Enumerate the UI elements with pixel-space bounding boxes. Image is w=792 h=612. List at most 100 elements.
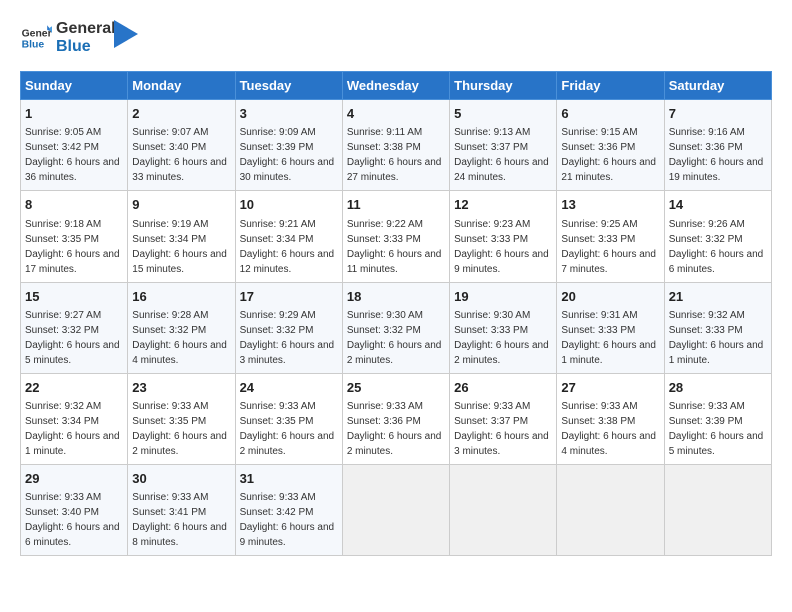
- sunset-info: Sunset: 3:34 PM: [132, 234, 206, 245]
- daylight-info: Daylight: 6 hours and 21 minutes.: [561, 157, 656, 183]
- sunrise-info: Sunrise: 9:11 AM: [347, 127, 422, 138]
- calendar-cell: 8 Sunrise: 9:18 AM Sunset: 3:35 PM Dayli…: [21, 191, 128, 282]
- day-number: 24: [240, 379, 338, 397]
- calendar-cell: 17 Sunrise: 9:29 AM Sunset: 3:32 PM Dayl…: [235, 282, 342, 373]
- daylight-info: Daylight: 6 hours and 2 minutes.: [132, 431, 227, 457]
- daylight-info: Daylight: 6 hours and 15 minutes.: [132, 249, 227, 275]
- calendar-cell: 1 Sunrise: 9:05 AM Sunset: 3:42 PM Dayli…: [21, 100, 128, 191]
- day-number: 10: [240, 196, 338, 214]
- daylight-info: Daylight: 6 hours and 1 minute.: [561, 340, 656, 366]
- calendar-table: SundayMondayTuesdayWednesdayThursdayFrid…: [20, 71, 772, 556]
- daylight-info: Daylight: 6 hours and 5 minutes.: [669, 431, 764, 457]
- calendar-cell: 2 Sunrise: 9:07 AM Sunset: 3:40 PM Dayli…: [128, 100, 235, 191]
- sunset-info: Sunset: 3:34 PM: [25, 416, 99, 427]
- calendar-cell: 9 Sunrise: 9:19 AM Sunset: 3:34 PM Dayli…: [128, 191, 235, 282]
- column-header-wednesday: Wednesday: [342, 72, 449, 100]
- day-number: 22: [25, 379, 123, 397]
- day-number: 12: [454, 196, 552, 214]
- day-number: 19: [454, 288, 552, 306]
- calendar-cell: 21 Sunrise: 9:32 AM Sunset: 3:33 PM Dayl…: [664, 282, 771, 373]
- sunset-info: Sunset: 3:33 PM: [561, 234, 635, 245]
- calendar-cell: 27 Sunrise: 9:33 AM Sunset: 3:38 PM Dayl…: [557, 373, 664, 464]
- sunset-info: Sunset: 3:33 PM: [454, 325, 528, 336]
- sunset-info: Sunset: 3:38 PM: [561, 416, 635, 427]
- column-header-thursday: Thursday: [450, 72, 557, 100]
- sunset-info: Sunset: 3:32 PM: [132, 325, 206, 336]
- day-number: 2: [132, 105, 230, 123]
- sunrise-info: Sunrise: 9:33 AM: [347, 401, 423, 412]
- day-number: 5: [454, 105, 552, 123]
- sunset-info: Sunset: 3:35 PM: [240, 416, 314, 427]
- daylight-info: Daylight: 6 hours and 1 minute.: [669, 340, 764, 366]
- week-row-4: 22 Sunrise: 9:32 AM Sunset: 3:34 PM Dayl…: [21, 373, 772, 464]
- sunset-info: Sunset: 3:42 PM: [240, 507, 314, 518]
- calendar-cell: 19 Sunrise: 9:30 AM Sunset: 3:33 PM Dayl…: [450, 282, 557, 373]
- day-number: 6: [561, 105, 659, 123]
- day-number: 7: [669, 105, 767, 123]
- day-number: 18: [347, 288, 445, 306]
- day-number: 15: [25, 288, 123, 306]
- day-number: 17: [240, 288, 338, 306]
- sunrise-info: Sunrise: 9:33 AM: [132, 492, 208, 503]
- daylight-info: Daylight: 6 hours and 3 minutes.: [240, 340, 335, 366]
- calendar-cell: 13 Sunrise: 9:25 AM Sunset: 3:33 PM Dayl…: [557, 191, 664, 282]
- day-number: 4: [347, 105, 445, 123]
- sunrise-info: Sunrise: 9:33 AM: [561, 401, 637, 412]
- calendar-cell: [664, 464, 771, 555]
- sunrise-info: Sunrise: 9:28 AM: [132, 310, 208, 321]
- sunset-info: Sunset: 3:33 PM: [561, 325, 635, 336]
- day-number: 28: [669, 379, 767, 397]
- calendar-cell: 28 Sunrise: 9:33 AM Sunset: 3:39 PM Dayl…: [664, 373, 771, 464]
- calendar-cell: 14 Sunrise: 9:26 AM Sunset: 3:32 PM Dayl…: [664, 191, 771, 282]
- sunset-info: Sunset: 3:36 PM: [347, 416, 421, 427]
- sunset-info: Sunset: 3:32 PM: [25, 325, 99, 336]
- daylight-info: Daylight: 6 hours and 19 minutes.: [669, 157, 764, 183]
- daylight-info: Daylight: 6 hours and 2 minutes.: [240, 431, 335, 457]
- sunset-info: Sunset: 3:40 PM: [25, 507, 99, 518]
- sunset-info: Sunset: 3:35 PM: [132, 416, 206, 427]
- daylight-info: Daylight: 6 hours and 2 minutes.: [347, 340, 442, 366]
- week-row-3: 15 Sunrise: 9:27 AM Sunset: 3:32 PM Dayl…: [21, 282, 772, 373]
- week-row-5: 29 Sunrise: 9:33 AM Sunset: 3:40 PM Dayl…: [21, 464, 772, 555]
- sunset-info: Sunset: 3:36 PM: [669, 142, 743, 153]
- sunrise-info: Sunrise: 9:16 AM: [669, 127, 745, 138]
- sunset-info: Sunset: 3:36 PM: [561, 142, 635, 153]
- week-row-1: 1 Sunrise: 9:05 AM Sunset: 3:42 PM Dayli…: [21, 100, 772, 191]
- daylight-info: Daylight: 6 hours and 8 minutes.: [132, 522, 227, 548]
- sunrise-info: Sunrise: 9:32 AM: [25, 401, 101, 412]
- day-number: 1: [25, 105, 123, 123]
- day-number: 3: [240, 105, 338, 123]
- calendar-cell: [450, 464, 557, 555]
- page-header: General Blue General Blue: [20, 20, 772, 55]
- calendar-cell: 4 Sunrise: 9:11 AM Sunset: 3:38 PM Dayli…: [342, 100, 449, 191]
- column-header-monday: Monday: [128, 72, 235, 100]
- day-number: 25: [347, 379, 445, 397]
- daylight-info: Daylight: 6 hours and 33 minutes.: [132, 157, 227, 183]
- column-header-saturday: Saturday: [664, 72, 771, 100]
- daylight-info: Daylight: 6 hours and 24 minutes.: [454, 157, 549, 183]
- column-header-sunday: Sunday: [21, 72, 128, 100]
- sunrise-info: Sunrise: 9:29 AM: [240, 310, 316, 321]
- day-number: 26: [454, 379, 552, 397]
- sunrise-info: Sunrise: 9:07 AM: [132, 127, 208, 138]
- sunrise-info: Sunrise: 9:21 AM: [240, 219, 316, 230]
- sunrise-info: Sunrise: 9:19 AM: [132, 219, 208, 230]
- sunrise-info: Sunrise: 9:33 AM: [669, 401, 745, 412]
- sunrise-info: Sunrise: 9:05 AM: [25, 127, 101, 138]
- calendar-cell: [342, 464, 449, 555]
- sunrise-info: Sunrise: 9:30 AM: [454, 310, 530, 321]
- daylight-info: Daylight: 6 hours and 17 minutes.: [25, 249, 120, 275]
- sunset-info: Sunset: 3:34 PM: [240, 234, 314, 245]
- sunset-info: Sunset: 3:39 PM: [240, 142, 314, 153]
- day-number: 8: [25, 196, 123, 214]
- sunset-info: Sunset: 3:40 PM: [132, 142, 206, 153]
- logo-arrow-icon: [114, 20, 138, 48]
- daylight-info: Daylight: 6 hours and 6 minutes.: [25, 522, 120, 548]
- column-header-tuesday: Tuesday: [235, 72, 342, 100]
- daylight-info: Daylight: 6 hours and 9 minutes.: [240, 522, 335, 548]
- sunset-info: Sunset: 3:41 PM: [132, 507, 206, 518]
- day-number: 27: [561, 379, 659, 397]
- calendar-cell: 20 Sunrise: 9:31 AM Sunset: 3:33 PM Dayl…: [557, 282, 664, 373]
- sunrise-info: Sunrise: 9:33 AM: [240, 401, 316, 412]
- daylight-info: Daylight: 6 hours and 9 minutes.: [454, 249, 549, 275]
